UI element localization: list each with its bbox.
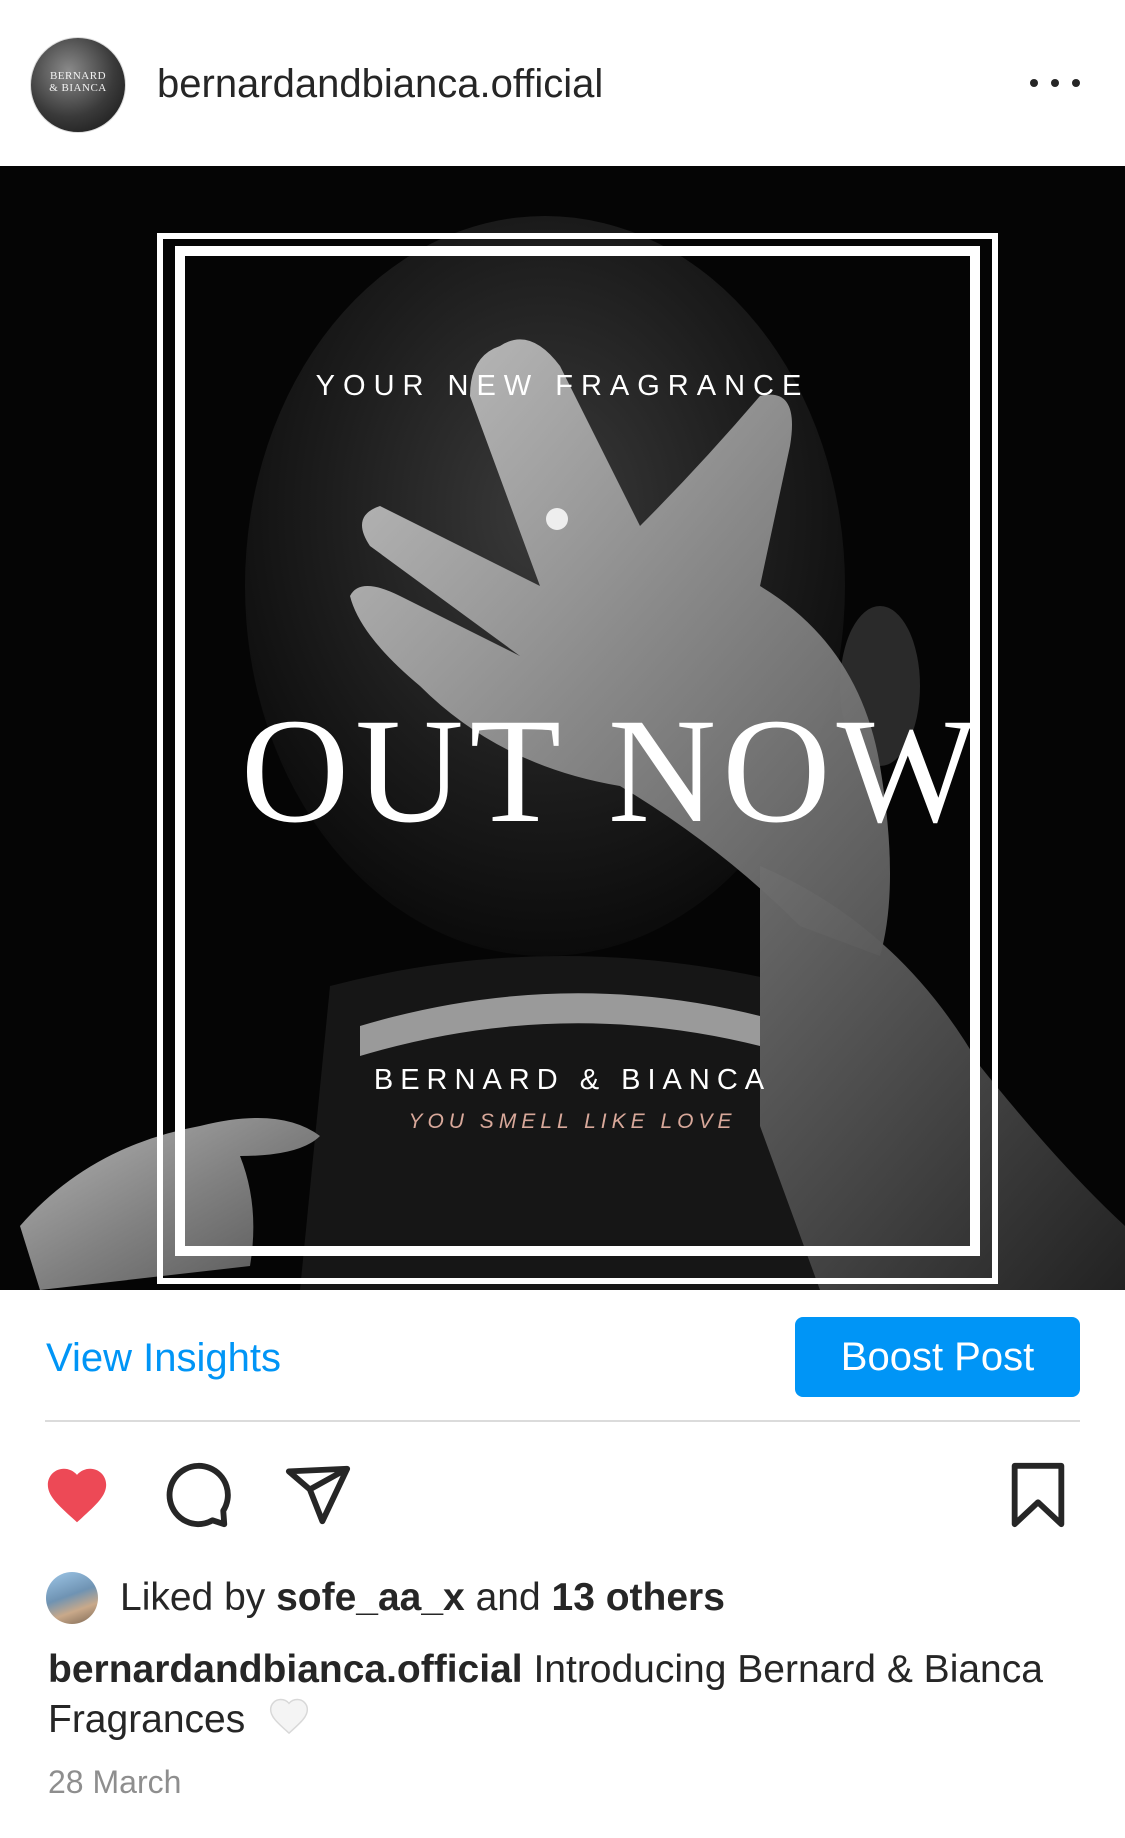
account-avatar[interactable]: BERNARD & BIANCA (30, 37, 126, 133)
divider (45, 1420, 1080, 1422)
insights-row: View Insights Boost Post (0, 1290, 1125, 1422)
caption-username[interactable]: bernardandbianca.official (48, 1648, 523, 1691)
liker-avatar[interactable] (46, 1572, 98, 1624)
image-kicker-text: YOUR NEW FRAGRANCE (315, 370, 810, 402)
post-username[interactable]: bernardandbianca.official (157, 60, 603, 108)
likes-joiner: and (475, 1576, 541, 1619)
likes-prefix: Liked by (120, 1576, 266, 1619)
liker-username[interactable]: sofe_aa_x (276, 1576, 465, 1619)
bookmark-icon[interactable] (1003, 1460, 1073, 1530)
white-heart-icon (266, 1694, 312, 1750)
heart-filled-icon[interactable] (42, 1460, 112, 1530)
image-headline: OUT NOW (240, 688, 985, 854)
boost-post-button[interactable]: Boost Post (795, 1317, 1080, 1397)
avatar-logo: BERNARD & BIANCA (49, 70, 107, 94)
send-icon[interactable] (283, 1460, 353, 1530)
post-image[interactable]: YOUR NEW FRAGRANCE OUT NOW BERNARD & BIA… (0, 166, 1125, 1290)
more-options-icon[interactable] (1030, 68, 1080, 98)
image-brand-name: BERNARD & BIANCA (373, 1064, 772, 1096)
comment-icon[interactable] (163, 1460, 233, 1530)
image-tagline: YOU SMELL LIKE LOVE (408, 1110, 737, 1133)
post-date: 28 March (48, 1764, 182, 1800)
view-insights-link[interactable]: View Insights (46, 1334, 281, 1382)
likes-others-count[interactable]: 13 others (552, 1576, 725, 1619)
post-caption: bernardandbianca.official Introducing Be… (48, 1646, 1088, 1750)
post-header: BERNARD & BIANCA bernardandbianca.offici… (0, 0, 1125, 166)
post-actions (0, 1440, 1125, 1550)
likes-row: Liked by sofe_aa_x and 13 others (46, 1570, 725, 1626)
likes-summary[interactable]: Liked by sofe_aa_x and 13 others (120, 1574, 725, 1622)
